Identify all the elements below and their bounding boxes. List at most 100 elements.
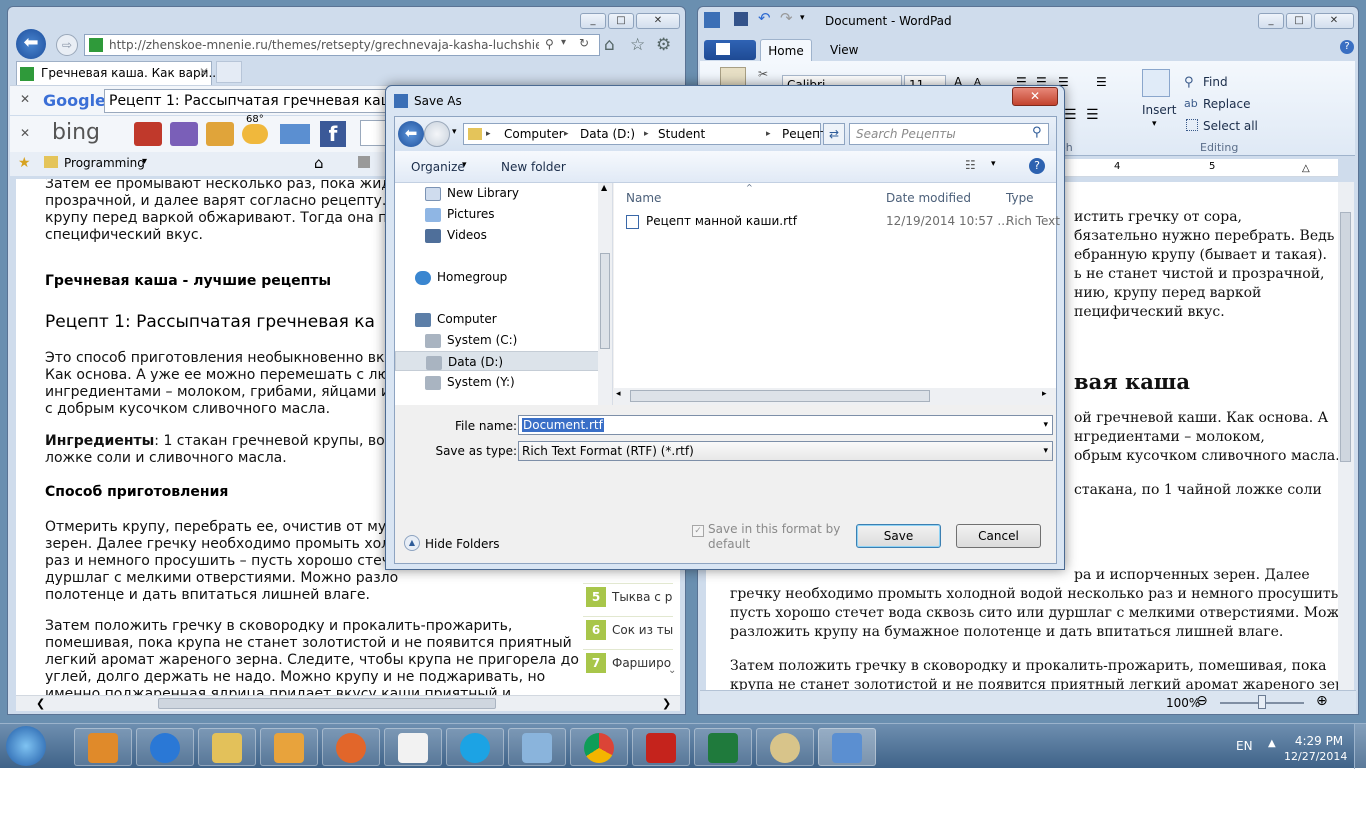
- chevron-down-icon[interactable]: ⌄: [668, 665, 676, 676]
- file-row[interactable]: Рецепт манной каши.rtf 12/19/2014 10:57 …: [614, 209, 1060, 233]
- home-icon[interactable]: ⌂: [604, 35, 615, 55]
- taskbar-file-explorer[interactable]: [198, 728, 256, 766]
- minimize-button[interactable]: _: [1258, 13, 1284, 29]
- news-icon[interactable]: [134, 122, 162, 146]
- chevron-down-icon[interactable]: ▾: [991, 159, 996, 169]
- close-button[interactable]: ✕: [1012, 87, 1058, 106]
- scroll-thumb[interactable]: [1340, 212, 1351, 462]
- breadcrumb-item[interactable]: Computer: [504, 124, 564, 144]
- horizontal-scrollbar[interactable]: ◂ ▸: [614, 388, 1056, 405]
- chevron-down-icon[interactable]: ▾: [561, 37, 566, 48]
- tree-item-data-d[interactable]: Data (D:): [395, 351, 600, 371]
- google-search-input[interactable]: Рецепт 1: Рассыпчатая гречневая каша: [104, 89, 402, 113]
- minimize-button[interactable]: _: [580, 13, 606, 29]
- chevron-down-icon[interactable]: ▾: [1152, 119, 1157, 129]
- chevron-down-icon[interactable]: ▾: [1043, 416, 1048, 434]
- undo-icon[interactable]: ↶: [758, 9, 771, 27]
- scroll-up-icon[interactable]: ▲: [601, 183, 607, 192]
- insert-button[interactable]: Insert: [1142, 103, 1176, 117]
- file-name-input[interactable]: Document.rtf ▾: [518, 415, 1053, 435]
- line-spacing-icon[interactable]: ☰: [1096, 75, 1107, 89]
- tree-item-new-library[interactable]: New Library: [395, 183, 600, 203]
- breadcrumb[interactable]: ▸ Computer ▸ Data (D:) ▸ Student ▸ Рецеп…: [463, 123, 883, 145]
- close-button[interactable]: ✕: [636, 13, 680, 29]
- facebook-icon[interactable]: f: [320, 121, 346, 147]
- favorites-star-icon[interactable]: ☆: [630, 35, 645, 55]
- cancel-button[interactable]: Cancel: [956, 524, 1041, 548]
- taskbar-skype[interactable]: [446, 728, 504, 766]
- home-icon[interactable]: ⌂: [314, 154, 324, 172]
- star-icon[interactable]: ★: [18, 155, 31, 171]
- chevron-down-icon[interactable]: ▾: [142, 156, 147, 167]
- forward-icon[interactable]: ⇨: [56, 34, 78, 56]
- tree-item-pictures[interactable]: Pictures: [395, 204, 600, 224]
- taskbar-notepad[interactable]: [384, 728, 442, 766]
- scroll-thumb[interactable]: [600, 253, 610, 349]
- file-menu-button[interactable]: [704, 40, 756, 60]
- calendar-icon[interactable]: [170, 122, 198, 146]
- taskbar-app-grid[interactable]: [260, 728, 318, 766]
- vertical-scrollbar[interactable]: [1338, 182, 1354, 690]
- new-folder-button[interactable]: New folder: [501, 160, 566, 174]
- chevron-up-icon[interactable]: ▲: [404, 535, 420, 551]
- taskbar-paint-brush[interactable]: [508, 728, 566, 766]
- save-button[interactable]: Save: [856, 524, 941, 548]
- scroll-right-icon[interactable]: ▸: [1042, 389, 1047, 399]
- scroll-left-icon[interactable]: ❮: [36, 697, 45, 710]
- tree-item-system-c[interactable]: System (C:): [395, 330, 600, 350]
- vertical-scrollbar[interactable]: ▲: [598, 183, 612, 405]
- sidebar-link[interactable]: 7 Фарширо: [583, 649, 673, 675]
- chevron-down-icon[interactable]: ▾: [452, 127, 457, 137]
- help-icon[interactable]: ?: [1340, 40, 1354, 54]
- search-input[interactable]: Search Рецепты ⚲: [849, 123, 1049, 145]
- cut-icon[interactable]: ✂: [758, 67, 768, 81]
- maps-icon[interactable]: [206, 122, 234, 146]
- save-type-select[interactable]: Rich Text Format (RTF) (*.rtf) ▾: [518, 441, 1053, 461]
- zoom-out-icon[interactable]: ⊖: [1196, 693, 1208, 709]
- back-icon[interactable]: ⬅: [398, 121, 424, 147]
- new-tab-button[interactable]: [216, 61, 242, 83]
- maximize-button[interactable]: □: [1286, 13, 1312, 29]
- close-icon[interactable]: ✕: [20, 92, 30, 106]
- scroll-right-icon[interactable]: ❯: [662, 697, 671, 710]
- column-header-name[interactable]: Name: [626, 191, 661, 205]
- help-icon[interactable]: ?: [1029, 158, 1045, 174]
- save-icon[interactable]: [734, 12, 748, 26]
- search-icon[interactable]: ⚲: [1032, 125, 1042, 140]
- chevron-up-icon[interactable]: ▲: [1268, 738, 1276, 749]
- select-all-button[interactable]: Select all: [1203, 119, 1258, 133]
- sidebar-link[interactable]: 6 Сок из ты: [583, 616, 673, 642]
- chevron-down-icon[interactable]: ▾: [462, 160, 467, 170]
- taskbar-firefox[interactable]: [322, 728, 380, 766]
- taskbar-chrome[interactable]: [570, 728, 628, 766]
- taskbar-paint[interactable]: [756, 728, 814, 766]
- sidebar-link[interactable]: 5 Тыква с р: [583, 583, 673, 609]
- tree-item-videos[interactable]: Videos: [395, 225, 600, 245]
- maximize-button[interactable]: □: [608, 13, 634, 29]
- tree-item-homegroup[interactable]: Homegroup: [395, 267, 600, 287]
- zoom-slider-thumb[interactable]: [1258, 695, 1266, 709]
- replace-button[interactable]: Replace: [1203, 97, 1250, 111]
- save-format-checkbox[interactable]: ✓: [692, 525, 704, 537]
- redo-icon[interactable]: ↷: [780, 9, 793, 27]
- start-button[interactable]: [6, 726, 46, 766]
- insert-picture-icon[interactable]: [1142, 69, 1170, 97]
- clock-time[interactable]: 4:29 PM: [1294, 734, 1344, 748]
- taskbar-excel[interactable]: [694, 728, 752, 766]
- mail-icon[interactable]: [280, 124, 310, 144]
- scroll-thumb[interactable]: [158, 698, 496, 709]
- column-header-type[interactable]: Type: [1006, 191, 1034, 205]
- organize-button[interactable]: Organize: [411, 160, 465, 174]
- taskbar-pdf-reader[interactable]: [632, 728, 690, 766]
- column-header-date[interactable]: Date modified: [886, 191, 971, 205]
- align-center-icon[interactable]: ☰: [1064, 107, 1077, 123]
- scroll-left-icon[interactable]: ◂: [616, 389, 621, 399]
- right-indent-marker[interactable]: △: [1302, 163, 1310, 174]
- refresh-icon[interactable]: ⇄: [823, 123, 845, 145]
- back-icon[interactable]: ⬅: [16, 29, 46, 59]
- find-button[interactable]: Find: [1203, 75, 1228, 89]
- hide-folders-button[interactable]: Hide Folders: [425, 537, 500, 551]
- zoom-in-icon[interactable]: ⊕: [1316, 693, 1328, 709]
- chevron-down-icon[interactable]: ▾: [800, 13, 805, 23]
- close-button[interactable]: ✕: [1314, 13, 1354, 29]
